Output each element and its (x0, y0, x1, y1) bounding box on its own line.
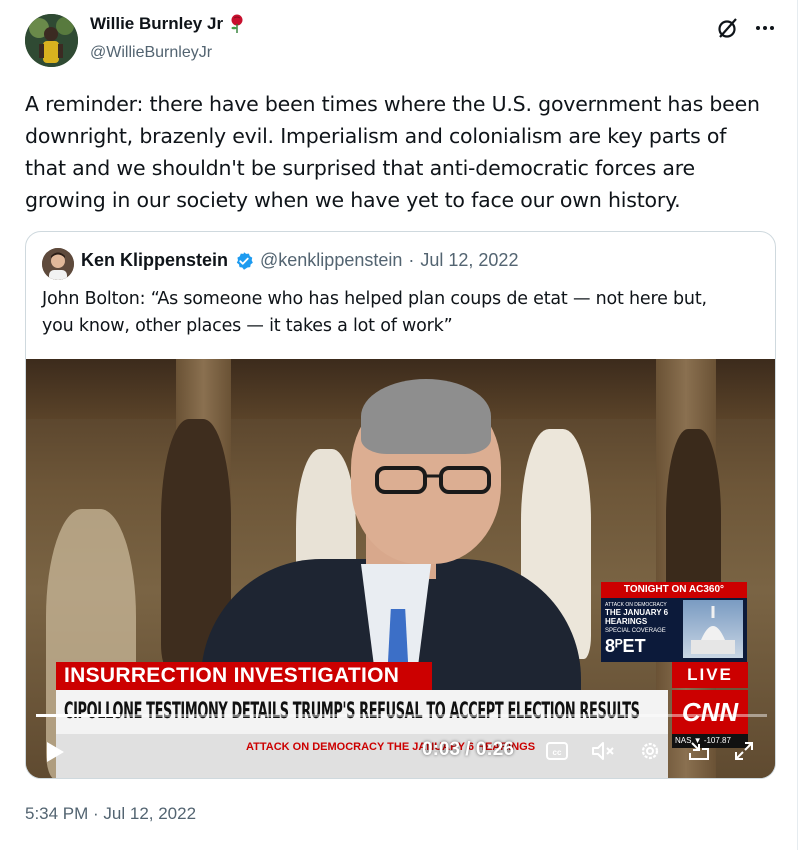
live-badge: LIVE (672, 662, 748, 688)
svg-text:cc: cc (553, 748, 562, 757)
grok-icon[interactable] (716, 16, 740, 40)
network-logo: CNN (672, 690, 748, 734)
quoted-tweet[interactable]: Ken Klippenstein @kenklippenstein · Jul … (25, 231, 776, 779)
chyron-headline: CIPOLLONE TESTIMONY DETAILS TRUMP'S REFU… (56, 690, 668, 734)
tweet-card: Willie Burnley Jr @WillieBurnleyJr A rem… (0, 0, 800, 850)
capitol-image (683, 600, 743, 658)
quote-header: Ken Klippenstein @kenklippenstein · Jul … (81, 250, 518, 271)
quote-text: John Bolton: “As someone who has helped … (42, 289, 707, 336)
promo-time: 8ᴾET (605, 636, 646, 656)
more-icon[interactable] (752, 16, 778, 40)
video-controls: 0:03 / 0:26 cc (26, 731, 775, 771)
fullscreen-icon[interactable] (731, 739, 757, 763)
rose-icon (229, 14, 245, 34)
author-avatar[interactable] (25, 14, 78, 67)
chyron-banner: INSURRECTION INVESTIGATION (56, 662, 432, 690)
video-promo-box: TONIGHT ON AC360° ATTACK ON DEMOCRACY TH… (601, 582, 747, 662)
promo-heading: THE JANUARY 6 HEARINGS (605, 608, 669, 626)
tweet-timestamp[interactable]: 5:34 PM · Jul 12, 2022 (25, 804, 196, 824)
author-display-name[interactable]: Willie Burnley Jr (90, 14, 223, 34)
tweet-text: A reminder: there have been times where … (25, 92, 760, 212)
quote-separator: · (408, 250, 415, 270)
chyron-headline-text: CIPOLLONE TESTIMONY DETAILS TRUMP'S REFU… (64, 699, 640, 724)
quote-author-handle[interactable]: @kenklippenstein (260, 250, 402, 271)
play-icon[interactable] (44, 741, 66, 763)
minimize-icon[interactable] (686, 739, 712, 763)
quote-author-name[interactable]: Ken Klippenstein (81, 250, 228, 271)
video-player[interactable]: TONIGHT ON AC360° ATTACK ON DEMOCRACY TH… (26, 359, 775, 778)
video-time: 0:03 / 0:26 (422, 739, 514, 760)
video-anchor-hair (361, 379, 491, 454)
verified-badge-icon (234, 251, 254, 271)
card-divider (797, 0, 798, 850)
mute-icon[interactable] (590, 739, 616, 763)
promo-title: TONIGHT ON AC360° (601, 582, 747, 598)
quote-date[interactable]: Jul 12, 2022 (420, 250, 518, 271)
promo-coverage: SPECIAL COVERAGE (605, 628, 666, 634)
video-progress-bar[interactable] (36, 714, 767, 717)
author-handle[interactable]: @WillieBurnleyJr (90, 44, 212, 62)
video-progress-fill (36, 714, 121, 717)
settings-icon[interactable] (637, 739, 663, 763)
quote-author-avatar[interactable] (42, 248, 74, 280)
author-name-row: Willie Burnley Jr (90, 14, 245, 34)
captions-icon[interactable]: cc (544, 739, 570, 763)
video-anchor-glasses (371, 464, 496, 496)
